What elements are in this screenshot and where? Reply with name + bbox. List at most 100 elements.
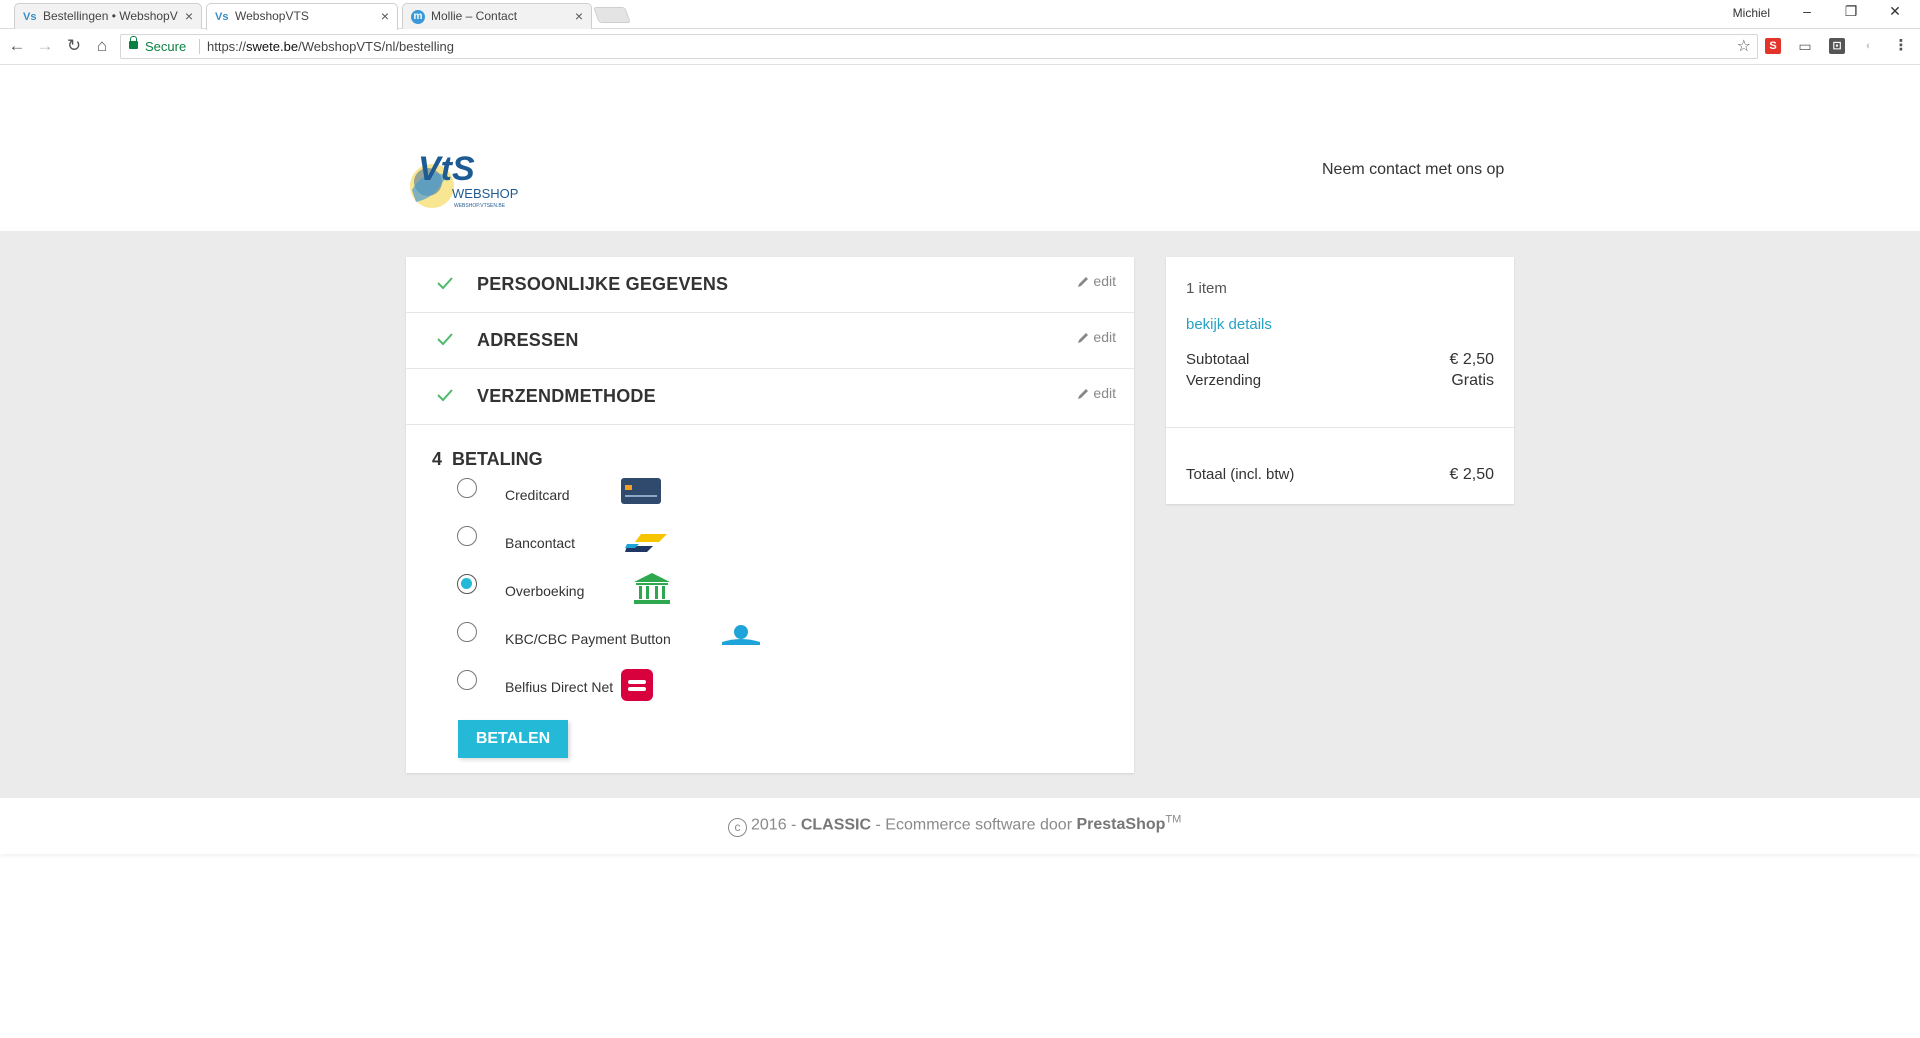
url-scheme: https://: [207, 39, 247, 54]
url-path: /WebshopVTS/nl/bestelling: [298, 39, 454, 54]
divider: [199, 39, 200, 54]
payment-radio[interactable]: [457, 670, 477, 690]
restore-icon[interactable]: ❐: [1836, 3, 1866, 20]
view-details-link[interactable]: bekijk details: [1186, 316, 1272, 333]
minimize-icon[interactable]: –: [1792, 3, 1822, 19]
secure-label: Secure: [145, 39, 187, 54]
tab-title: WebshopVTS: [235, 9, 309, 23]
vts-logo[interactable]: VtS WEBSHOP WEBSHOP.VTSEN.BE: [406, 146, 521, 216]
browser-tabbar: Vs Bestellingen • WebshopV × Vs WebshopV…: [0, 0, 1920, 30]
checkout-steps: PERSOONLIJKE GEGEVENS edit ADRESSEN edit…: [406, 257, 1134, 773]
new-tab-button[interactable]: [593, 7, 631, 23]
kbc-icon: [722, 625, 760, 645]
pencil-icon: [1078, 389, 1089, 399]
contact-link[interactable]: Neem contact met ons op: [1322, 161, 1504, 179]
footer-tm: TM: [1165, 814, 1182, 826]
payment-radio[interactable]: [457, 622, 477, 642]
url-text[interactable]: https://swete.be/WebshopVTS/nl/bestellin…: [207, 39, 454, 54]
reload-icon[interactable]: ↻: [63, 36, 85, 56]
close-tab-icon[interactable]: ×: [575, 4, 583, 28]
step-shipping-method[interactable]: VERZENDMETHODE edit: [406, 369, 1134, 425]
divider: [1166, 427, 1514, 428]
shipping-label: Verzending: [1186, 372, 1262, 389]
step-title: PERSOONLIJKE GEGEVENS: [477, 274, 729, 294]
vts-favicon-icon: Vs: [215, 11, 229, 23]
payment-label: Creditcard: [505, 487, 570, 503]
step-title: ADRESSEN: [477, 330, 579, 350]
cart-item-count: 1 item: [1186, 280, 1227, 297]
edit-link[interactable]: edit: [1077, 329, 1116, 345]
bancontact-icon: [625, 534, 667, 552]
belfius-icon: [621, 669, 653, 701]
logo-text: VtS: [418, 150, 475, 188]
back-icon[interactable]: ←: [6, 36, 28, 56]
close-window-icon[interactable]: ✕: [1880, 3, 1910, 20]
close-tab-icon[interactable]: ×: [381, 4, 389, 28]
cart-summary: 1 item bekijk details Subtotaal € 2,50 V…: [1166, 257, 1514, 504]
step-addresses[interactable]: ADRESSEN edit: [406, 313, 1134, 369]
lock-icon: [129, 36, 138, 49]
close-tab-icon[interactable]: ×: [185, 4, 193, 28]
mollie-favicon-icon: m: [411, 10, 425, 24]
payment-radio-selected[interactable]: [457, 574, 477, 594]
total-label: Totaal (incl. btw): [1186, 466, 1295, 483]
tab-title: Bestellingen • WebshopV: [43, 9, 178, 23]
step-title: VERZENDMETHODE: [477, 386, 656, 406]
edit-label: edit: [1093, 385, 1116, 401]
footer-brand: PrestaShop: [1076, 816, 1166, 834]
footer-text: c 2016 - CLASSIC - Ecommerce software doo…: [728, 814, 1182, 838]
payment-label: Overboeking: [505, 583, 585, 599]
browser-tab-bestellingen[interactable]: Vs Bestellingen • WebshopV ×: [14, 3, 202, 29]
browser-tab-mollie[interactable]: m Mollie – Contact ×: [402, 3, 592, 29]
payment-label: Belfius Direct Net: [505, 679, 614, 695]
copyright-icon: c: [728, 818, 747, 838]
pencil-icon: [1078, 277, 1089, 287]
site-header: VtS WEBSHOP WEBSHOP.VTSEN.BE Neem contac…: [0, 66, 1920, 231]
subtotal-row: Subtotaal € 2,50: [1186, 351, 1494, 368]
home-icon[interactable]: ⌂: [91, 36, 113, 56]
shipping-value: Gratis: [1451, 372, 1494, 389]
step-title: BETALING: [452, 449, 543, 469]
logo-sub: WEBSHOP: [452, 186, 518, 201]
check-icon: [437, 277, 453, 290]
edit-link[interactable]: edit: [1077, 273, 1116, 289]
address-bar[interactable]: Secure https://swete.be/WebshopVTS/nl/be…: [120, 34, 1758, 59]
extension-s-icon[interactable]: S: [1765, 38, 1781, 54]
cast-icon[interactable]: ▭: [1797, 38, 1813, 54]
logo-url: WEBSHOP.VTSEN.BE: [454, 203, 506, 209]
browser-user[interactable]: Michiel: [1733, 6, 1770, 20]
footer-year: 2016 -: [751, 816, 797, 834]
menu-dots-icon[interactable]: ⋮: [1893, 38, 1909, 54]
subtotal-value: € 2,50: [1449, 351, 1494, 368]
browser-tab-webshopvts[interactable]: Vs WebshopVTS ×: [206, 3, 398, 30]
browser-toolbar: ← → ↻ ⌂ Secure https://swete.be/WebshopV…: [0, 29, 1920, 65]
edit-label: edit: [1093, 329, 1116, 345]
creditcard-icon: [621, 478, 661, 504]
checkout-area: PERSOONLIJKE GEGEVENS edit ADRESSEN edit…: [0, 231, 1920, 798]
step-personal-info[interactable]: PERSOONLIJKE GEGEVENS edit: [406, 257, 1134, 313]
shipping-row: Verzending Gratis: [1186, 372, 1494, 389]
payment-radio[interactable]: [457, 478, 477, 498]
payment-label: Bancontact: [505, 535, 576, 551]
extension-icon[interactable]: ◐: [1861, 38, 1877, 54]
vts-favicon-icon: Vs: [23, 11, 37, 23]
pocket-extension-icon[interactable]: ⊡: [1829, 38, 1845, 54]
pay-button[interactable]: BETALEN: [458, 720, 568, 758]
step-number: 4: [432, 449, 443, 469]
footer-theme: CLASSIC: [800, 816, 872, 834]
total-value: € 2,50: [1449, 466, 1494, 483]
edit-label: edit: [1093, 273, 1116, 289]
check-icon: [437, 389, 453, 402]
bookmark-star-icon[interactable]: ☆: [1737, 36, 1751, 56]
pencil-icon: [1078, 333, 1089, 343]
prestashop-link[interactable]: PrestaShopTM: [1076, 814, 1182, 834]
edit-link[interactable]: edit: [1077, 385, 1116, 401]
tab-title: Mollie – Contact: [431, 9, 518, 23]
subtotal-label: Subtotaal: [1186, 351, 1250, 368]
step-payment-title: 4 BETALING: [432, 449, 543, 470]
total-row: Totaal (incl. btw) € 2,50: [1186, 466, 1494, 483]
footer-desc: - Ecommerce software door: [875, 816, 1073, 834]
forward-icon[interactable]: →: [34, 36, 56, 56]
payment-label: KBC/CBC Payment Button: [505, 631, 671, 647]
payment-radio[interactable]: [457, 526, 477, 546]
